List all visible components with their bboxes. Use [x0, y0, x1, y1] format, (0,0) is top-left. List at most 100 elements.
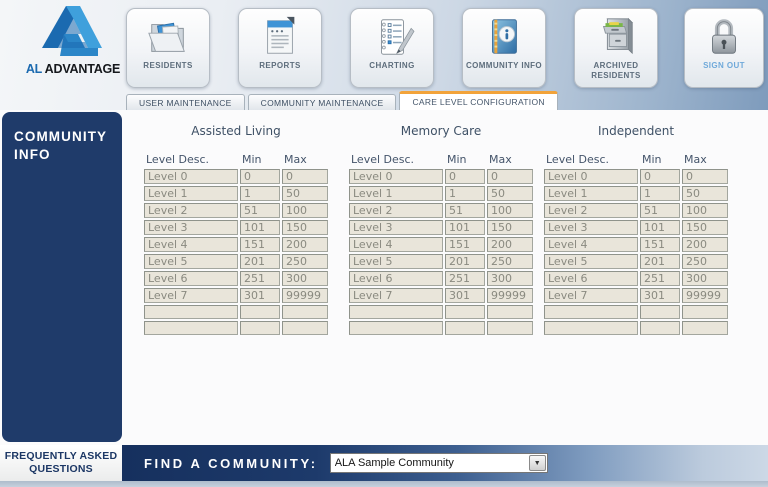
table-cell[interactable]: 101 — [445, 220, 485, 235]
table-cell[interactable] — [144, 305, 238, 319]
table-cell[interactable]: 0 — [682, 169, 728, 184]
table-cell[interactable]: Level 1 — [349, 186, 443, 201]
reports-button[interactable]: REPORTS — [238, 8, 322, 88]
table-cell[interactable]: Level 1 — [144, 186, 238, 201]
table-cell[interactable]: Level 7 — [144, 288, 238, 303]
table-cell[interactable]: 250 — [282, 254, 328, 269]
table-cell[interactable]: 100 — [282, 203, 328, 218]
table-cell[interactable] — [240, 305, 280, 319]
sign-out-button[interactable]: SIGN OUT — [684, 8, 764, 88]
table-cell[interactable]: 150 — [282, 220, 328, 235]
table-cell[interactable]: 50 — [682, 186, 728, 201]
table-cell[interactable]: 0 — [487, 169, 533, 184]
tab-community-maintenance[interactable]: COMMUNITY MAINTENANCE — [248, 94, 397, 110]
table-cell[interactable]: Level 0 — [144, 169, 238, 184]
table-cell[interactable]: 0 — [282, 169, 328, 184]
table-cell[interactable] — [349, 321, 443, 335]
frequently-asked-questions-button[interactable]: FREQUENTLY ASKED QUESTIONS — [0, 445, 122, 481]
table-cell[interactable]: Level 0 — [349, 169, 443, 184]
table-cell[interactable] — [282, 321, 328, 335]
table-cell[interactable]: Level 6 — [349, 271, 443, 286]
table-cell[interactable] — [487, 321, 533, 335]
community-info-button[interactable]: COMMUNITY INFO — [462, 8, 546, 88]
table-cell[interactable]: 0 — [640, 169, 680, 184]
table-cell[interactable]: 200 — [682, 237, 728, 252]
table-cell[interactable]: 150 — [487, 220, 533, 235]
table-cell[interactable]: Level 2 — [544, 203, 638, 218]
charting-button[interactable]: CHARTING — [350, 8, 434, 88]
table-cell[interactable]: Level 6 — [544, 271, 638, 286]
table-cell[interactable]: Level 3 — [144, 220, 238, 235]
table-cell[interactable]: 200 — [487, 237, 533, 252]
table-cell[interactable]: 201 — [240, 254, 280, 269]
table-cell[interactable]: 300 — [487, 271, 533, 286]
table-cell[interactable]: 151 — [445, 237, 485, 252]
table-cell[interactable]: 301 — [240, 288, 280, 303]
table-cell[interactable]: 99999 — [682, 288, 728, 303]
table-cell[interactable]: 101 — [240, 220, 280, 235]
table-cell[interactable]: 99999 — [487, 288, 533, 303]
table-cell[interactable] — [682, 305, 728, 319]
table-cell[interactable]: Level 1 — [544, 186, 638, 201]
table-cell[interactable] — [144, 321, 238, 335]
table-cell[interactable] — [544, 321, 638, 335]
table-cell[interactable]: 99999 — [282, 288, 328, 303]
tab-care-level-configuration[interactable]: CARE LEVEL CONFIGURATION — [399, 91, 557, 110]
table-cell[interactable] — [349, 305, 443, 319]
table-cell[interactable] — [640, 321, 680, 335]
table-cell[interactable]: 1 — [640, 186, 680, 201]
table-cell[interactable]: 300 — [682, 271, 728, 286]
table-cell[interactable]: 151 — [640, 237, 680, 252]
table-cell[interactable]: 51 — [240, 203, 280, 218]
table-cell[interactable]: Level 7 — [349, 288, 443, 303]
table-cell[interactable]: Level 4 — [544, 237, 638, 252]
table-cell[interactable]: 251 — [445, 271, 485, 286]
tab-user-maintenance[interactable]: USER MAINTENANCE — [126, 94, 245, 110]
table-cell[interactable]: 251 — [240, 271, 280, 286]
table-cell[interactable] — [445, 321, 485, 335]
table-cell[interactable]: 100 — [682, 203, 728, 218]
table-cell[interactable]: Level 4 — [144, 237, 238, 252]
table-cell[interactable]: 251 — [640, 271, 680, 286]
table-cell[interactable] — [445, 305, 485, 319]
table-cell[interactable]: 1 — [445, 186, 485, 201]
table-cell[interactable]: Level 2 — [144, 203, 238, 218]
table-cell[interactable] — [240, 321, 280, 335]
archived-residents-button[interactable]: ARCHIVED RESIDENTS — [574, 8, 658, 88]
chevron-down-icon[interactable]: ▼ — [529, 455, 546, 471]
table-cell[interactable]: Level 5 — [544, 254, 638, 269]
residents-button[interactable]: RESIDENTS — [126, 8, 210, 88]
table-cell[interactable]: Level 7 — [544, 288, 638, 303]
table-cell[interactable]: 51 — [640, 203, 680, 218]
table-cell[interactable]: Level 6 — [144, 271, 238, 286]
table-cell[interactable]: 50 — [282, 186, 328, 201]
table-cell[interactable]: Level 5 — [349, 254, 443, 269]
table-cell[interactable]: Level 3 — [544, 220, 638, 235]
table-cell[interactable]: 301 — [640, 288, 680, 303]
table-cell[interactable] — [544, 305, 638, 319]
community-select[interactable]: ALA Sample Community ▼ — [330, 453, 548, 473]
table-cell[interactable]: Level 0 — [544, 169, 638, 184]
table-cell[interactable]: 201 — [445, 254, 485, 269]
table-cell[interactable]: 101 — [640, 220, 680, 235]
table-cell[interactable]: 300 — [282, 271, 328, 286]
table-cell[interactable]: 150 — [682, 220, 728, 235]
table-cell[interactable]: Level 2 — [349, 203, 443, 218]
table-cell[interactable]: 0 — [240, 169, 280, 184]
table-cell[interactable] — [487, 305, 533, 319]
table-cell[interactable]: Level 4 — [349, 237, 443, 252]
table-cell[interactable]: 50 — [487, 186, 533, 201]
table-cell[interactable]: 1 — [240, 186, 280, 201]
table-cell[interactable]: 250 — [682, 254, 728, 269]
table-cell[interactable]: 301 — [445, 288, 485, 303]
table-cell[interactable] — [282, 305, 328, 319]
table-cell[interactable]: 200 — [282, 237, 328, 252]
table-cell[interactable] — [682, 321, 728, 335]
table-cell[interactable]: Level 5 — [144, 254, 238, 269]
table-cell[interactable]: 201 — [640, 254, 680, 269]
table-cell[interactable]: 51 — [445, 203, 485, 218]
table-cell[interactable]: 0 — [445, 169, 485, 184]
table-cell[interactable] — [640, 305, 680, 319]
table-cell[interactable]: 100 — [487, 203, 533, 218]
table-cell[interactable]: 151 — [240, 237, 280, 252]
